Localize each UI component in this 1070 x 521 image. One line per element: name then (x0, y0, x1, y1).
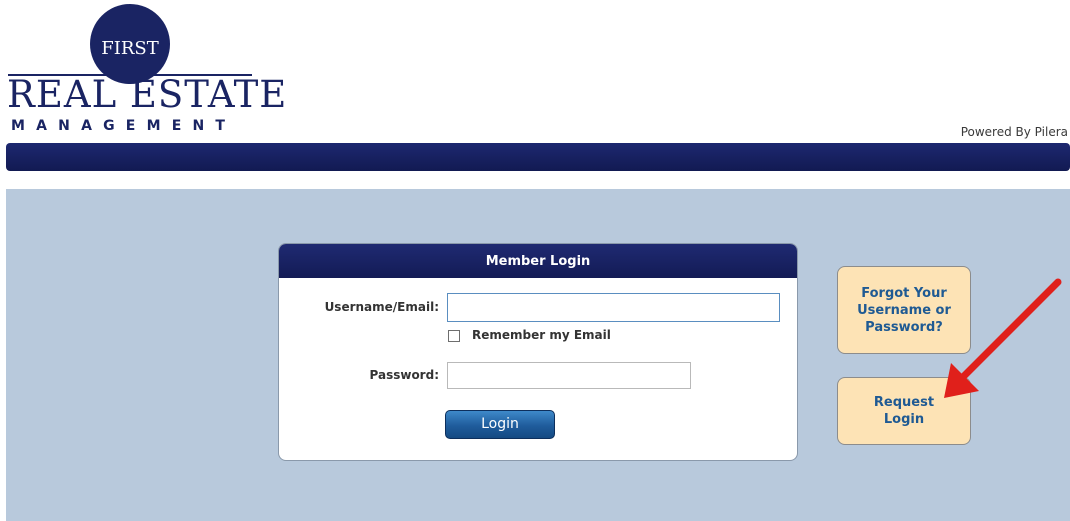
company-logo[interactable]: FIRST REAL ESTATE MANAGEMENT (4, 4, 288, 134)
logo-circle-word: FIRST (101, 38, 159, 59)
main-content-area: Member Login Username/Email: Remember my… (6, 189, 1070, 521)
forgot-line-1: Forgot Your (861, 285, 947, 301)
logo-name: REAL ESTATE (7, 73, 288, 116)
login-button[interactable]: Login (445, 410, 555, 439)
request-login-button[interactable]: Request Login (837, 377, 971, 445)
username-email-input[interactable] (447, 293, 780, 322)
member-login-panel: Member Login Username/Email: Remember my… (278, 243, 798, 461)
powered-by-text: Powered By Pilera (960, 125, 1068, 139)
remember-email-checkbox[interactable] (448, 330, 460, 342)
password-input[interactable] (447, 362, 691, 389)
password-label: Password: (369, 368, 440, 382)
forgot-line-2: Username or (857, 302, 951, 318)
request-line-2: Login (883, 412, 925, 427)
username-label: Username/Email: (324, 300, 439, 314)
forgot-username-password-button[interactable]: Forgot Your Username or Password? (837, 266, 971, 354)
request-line-1: Request (873, 395, 935, 410)
logo-circle-icon: FIRST (90, 4, 170, 84)
navigation-bar (6, 143, 1070, 171)
forgot-line-3: Password? (865, 319, 943, 335)
remember-email-label[interactable]: Remember my Email (472, 328, 611, 342)
login-panel-title: Member Login (279, 244, 797, 278)
logo-subtitle: MANAGEMENT (11, 118, 237, 134)
